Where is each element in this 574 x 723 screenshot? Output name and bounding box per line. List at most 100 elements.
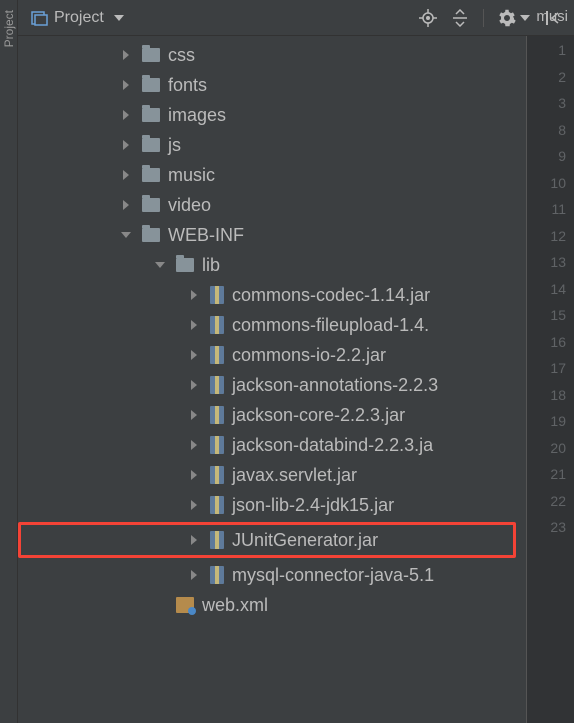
tree-item-label: json-lib-2.4-jdk15.jar: [232, 495, 394, 516]
tree-item[interactable]: JUnitGenerator.jar: [18, 522, 516, 558]
chevron-right-icon[interactable]: [120, 49, 132, 61]
chevron-right-icon[interactable]: [188, 534, 200, 546]
tree-item[interactable]: commons-fileupload-1.4.: [18, 310, 526, 340]
chevron-down-icon[interactable]: [154, 259, 166, 271]
line-number: 8: [558, 122, 566, 138]
tree-item-label: web.xml: [202, 595, 268, 616]
line-number: 2: [558, 69, 566, 85]
chevron-right-icon[interactable]: [120, 199, 132, 211]
chevron-right-icon[interactable]: [188, 569, 200, 581]
chevron-right-icon[interactable]: [188, 379, 200, 391]
expand-all-icon[interactable]: [451, 9, 469, 27]
chevron-right-icon[interactable]: [188, 319, 200, 331]
tree-item[interactable]: commons-codec-1.14.jar: [18, 280, 526, 310]
toolbar-title[interactable]: Project: [54, 9, 104, 27]
folder-icon: [142, 108, 160, 122]
tree-item[interactable]: commons-io-2.2.jar: [18, 340, 526, 370]
line-number: 22: [550, 493, 566, 509]
line-number: 23: [550, 519, 566, 535]
chevron-right-icon[interactable]: [188, 409, 200, 421]
chevron-right-icon[interactable]: [188, 469, 200, 481]
archive-icon: [210, 346, 224, 364]
tree-item[interactable]: mysql-connector-java-5.1: [18, 560, 526, 590]
archive-icon: [210, 466, 224, 484]
tree-item[interactable]: web.xml: [18, 590, 526, 620]
tree-item-label: fonts: [168, 75, 207, 96]
tree-item[interactable]: jackson-core-2.2.3.jar: [18, 400, 526, 430]
tree-item-label: lib: [202, 255, 220, 276]
chevron-right-icon[interactable]: [188, 499, 200, 511]
archive-icon: [210, 566, 224, 584]
line-number: 12: [550, 228, 566, 244]
line-number: 9: [558, 148, 566, 164]
toolbar-separator: [483, 9, 484, 27]
tree-item[interactable]: css: [18, 40, 526, 70]
tree-item-label: js: [168, 135, 181, 156]
tree-item[interactable]: WEB-INF: [18, 220, 526, 250]
chevron-right-icon[interactable]: [188, 349, 200, 361]
chevron-right-icon[interactable]: [120, 109, 132, 121]
line-number: 16: [550, 334, 566, 350]
folder-icon: [142, 48, 160, 62]
tree-item-label: javax.servlet.jar: [232, 465, 357, 486]
archive-icon: [210, 436, 224, 454]
line-number: 17: [550, 360, 566, 376]
line-number: 18: [550, 387, 566, 403]
locate-icon[interactable]: [419, 9, 437, 27]
project-tree[interactable]: cssfontsimagesjsmusicvideoWEB-INFlibcomm…: [18, 36, 526, 723]
line-number: 13: [550, 254, 566, 270]
line-number: 19: [550, 413, 566, 429]
folder-icon: [142, 198, 160, 212]
tree-item-label: JUnitGenerator.jar: [232, 530, 378, 551]
tree-item-label: music: [168, 165, 215, 186]
line-number: 20: [550, 440, 566, 456]
tree-item-label: commons-codec-1.14.jar: [232, 285, 430, 306]
tree-item[interactable]: js: [18, 130, 526, 160]
tree-item[interactable]: jackson-annotations-2.2.3: [18, 370, 526, 400]
chevron-right-icon[interactable]: [188, 289, 200, 301]
archive-icon: [210, 531, 224, 549]
folder-icon: [142, 168, 160, 182]
tree-item[interactable]: music: [18, 160, 526, 190]
tree-item[interactable]: fonts: [18, 70, 526, 100]
view-mode-dropdown-icon[interactable]: [114, 15, 124, 21]
archive-icon: [210, 316, 224, 334]
chevron-right-icon[interactable]: [120, 139, 132, 151]
tree-item-label: jackson-databind-2.2.3.ja: [232, 435, 433, 456]
folder-icon: [142, 138, 160, 152]
editor-tab-partial[interactable]: musi: [536, 8, 568, 25]
tree-item-label: css: [168, 45, 195, 66]
tree-item[interactable]: images: [18, 100, 526, 130]
editor-gutter: 123891011121314151617181920212223: [526, 36, 574, 723]
chevron-right-icon[interactable]: [120, 79, 132, 91]
tree-item-label: jackson-annotations-2.2.3: [232, 375, 438, 396]
side-tool-strip: Project: [0, 0, 18, 723]
line-number: 3: [558, 95, 566, 111]
chevron-right-icon[interactable]: [120, 169, 132, 181]
tree-item[interactable]: javax.servlet.jar: [18, 460, 526, 490]
settings-dropdown-icon[interactable]: [520, 15, 530, 21]
tree-item-label: jackson-core-2.2.3.jar: [232, 405, 405, 426]
chevron-down-icon[interactable]: [120, 229, 132, 241]
tree-item-label: commons-io-2.2.jar: [232, 345, 386, 366]
folder-icon: [176, 258, 194, 272]
tree-item-label: images: [168, 105, 226, 126]
tree-item[interactable]: lib: [18, 250, 526, 280]
tree-item[interactable]: jackson-databind-2.2.3.ja: [18, 430, 526, 460]
project-view-icon[interactable]: [30, 9, 48, 27]
archive-icon: [210, 286, 224, 304]
settings-gear-icon[interactable]: [498, 9, 516, 27]
line-number: 15: [550, 307, 566, 323]
tree-item[interactable]: json-lib-2.4-jdk15.jar: [18, 490, 526, 520]
line-number: 21: [550, 466, 566, 482]
content-row: cssfontsimagesjsmusicvideoWEB-INFlibcomm…: [18, 36, 574, 723]
side-tool-label[interactable]: Project: [2, 10, 16, 47]
tree-item-label: mysql-connector-java-5.1: [232, 565, 434, 586]
line-number: 10: [550, 175, 566, 191]
tree-item[interactable]: video: [18, 190, 526, 220]
chevron-right-icon[interactable]: [188, 439, 200, 451]
archive-icon: [210, 406, 224, 424]
xml-file-icon: [176, 597, 194, 613]
archive-icon: [210, 376, 224, 394]
folder-icon: [142, 78, 160, 92]
